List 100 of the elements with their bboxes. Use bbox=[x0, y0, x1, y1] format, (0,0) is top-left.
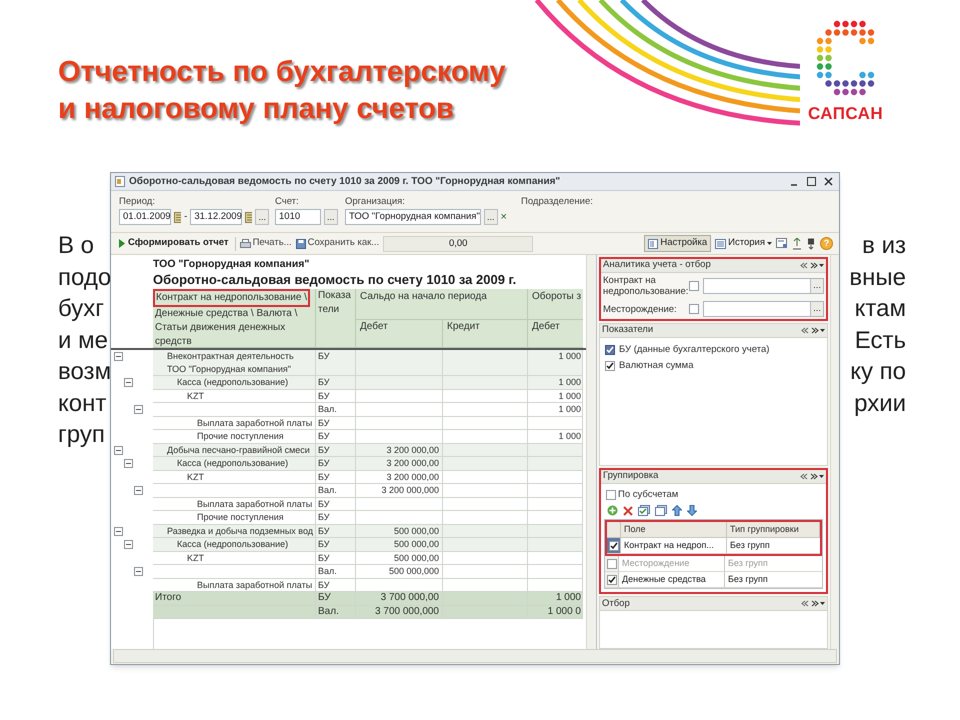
list-item[interactable]: Валютная сумма bbox=[605, 359, 822, 374]
table-cell bbox=[528, 552, 583, 565]
checkbox[interactable] bbox=[606, 574, 616, 585]
panel-arrows-icon[interactable] bbox=[801, 600, 825, 608]
table-cell bbox=[528, 565, 583, 578]
table-header: Кредит bbox=[443, 319, 528, 348]
table-cell bbox=[528, 416, 583, 430]
settings-button[interactable]: Настройка bbox=[644, 235, 712, 252]
table-header: Дебет bbox=[356, 319, 443, 348]
table-cell: Месторождение bbox=[619, 556, 725, 572]
account-field[interactable]: 1010 bbox=[275, 209, 321, 225]
table-cell: 1 000 bbox=[528, 592, 583, 606]
slide-text: В о bbox=[58, 231, 94, 261]
collapse-icon[interactable] bbox=[114, 446, 123, 454]
collapse-icon[interactable] bbox=[114, 526, 123, 536]
panel-arrows-icon[interactable] bbox=[801, 327, 825, 334]
checkbox[interactable] bbox=[689, 281, 699, 291]
field-label: Контракт на недропользование: bbox=[603, 275, 685, 297]
table-cell: Вал. bbox=[316, 606, 356, 619]
list-item[interactable]: БУ (данные бухгалтерского учета) bbox=[605, 343, 822, 358]
select-button[interactable]: ... bbox=[810, 302, 823, 316]
table-cell: Касса (недропользование) bbox=[153, 457, 316, 470]
table-cell: 3 700 000,00 bbox=[356, 592, 443, 606]
window-settings-icon[interactable] bbox=[776, 238, 788, 249]
table-cell: KZT bbox=[153, 390, 316, 403]
calendar-icon[interactable] bbox=[245, 212, 252, 222]
table-cell: Прочие поступления bbox=[153, 430, 316, 444]
close-icon[interactable] bbox=[823, 176, 834, 187]
panel-arrows-icon[interactable] bbox=[800, 473, 824, 480]
print-button[interactable]: Печать... bbox=[240, 236, 292, 251]
table-cell: 3 200 000,000 bbox=[356, 484, 443, 498]
checkbox[interactable] bbox=[605, 361, 615, 372]
table-cell: KZT bbox=[153, 470, 316, 484]
table-cell: 1 000 0 bbox=[528, 606, 583, 619]
grouping-row[interactable]: Контракт на недроп... Без групп bbox=[607, 538, 820, 554]
table-cell: БУ bbox=[316, 444, 356, 457]
checkbox[interactable] bbox=[606, 558, 616, 569]
date-field[interactable]: 01.01.2009 bbox=[119, 209, 171, 225]
text-field[interactable]: ... bbox=[703, 278, 824, 294]
header-text: Статьи движения денежных средств bbox=[155, 321, 286, 349]
check-all-icon[interactable] bbox=[638, 505, 650, 516]
checkbox-label: Валютная сумма bbox=[619, 359, 694, 374]
organization-field[interactable]: ТОО "Горнорудная компания" bbox=[345, 209, 481, 225]
field-label: Период: bbox=[119, 196, 156, 207]
section-title: Отбор bbox=[602, 596, 630, 611]
table-cell bbox=[528, 498, 583, 511]
field-label: Месторождение: bbox=[603, 304, 678, 314]
select-button[interactable]: ... bbox=[810, 279, 823, 293]
panel-arrows-icon[interactable] bbox=[800, 262, 824, 269]
grouping-row[interactable]: Денежные средства Без групп bbox=[605, 572, 822, 588]
collapse-icon[interactable] bbox=[114, 352, 123, 361]
add-icon[interactable] bbox=[607, 505, 618, 516]
text-field[interactable]: ... bbox=[703, 301, 824, 317]
table-cell bbox=[528, 484, 583, 498]
table-cell: Разведка и добыча подземных вод bbox=[153, 524, 316, 538]
period-select-button[interactable]: ... bbox=[255, 209, 269, 225]
maximize-icon[interactable] bbox=[806, 176, 817, 187]
checkbox[interactable] bbox=[608, 540, 618, 551]
clear-button[interactable]: × bbox=[500, 211, 507, 223]
uncheck-all-icon[interactable] bbox=[655, 505, 667, 516]
delete-icon[interactable] bbox=[623, 506, 633, 516]
checkbox[interactable] bbox=[606, 490, 616, 500]
date-field[interactable]: 31.12.2009 bbox=[190, 209, 242, 225]
table-cell: 1 000 bbox=[528, 430, 583, 444]
collapse-icon[interactable] bbox=[134, 486, 143, 495]
table-cell: БУ bbox=[316, 524, 356, 538]
slide-title: Отчетность по бухгалтерскому и налоговому плану счетов bbox=[58, 55, 506, 127]
document-icon bbox=[115, 176, 125, 187]
table-cell: 500 000,00 bbox=[356, 552, 443, 565]
table-cell: 500 000,00 bbox=[356, 538, 443, 552]
history-button[interactable]: История bbox=[715, 236, 772, 251]
slide-text: груп bbox=[58, 420, 105, 450]
move-down-icon[interactable] bbox=[687, 505, 697, 516]
checkbox[interactable] bbox=[605, 345, 615, 356]
table-cell: 3 200 000,00 bbox=[356, 444, 443, 457]
collapse-icon[interactable] bbox=[134, 405, 143, 414]
upload-icon[interactable] bbox=[792, 238, 802, 250]
generate-report-button[interactable]: Сформировать отчет bbox=[117, 236, 231, 251]
download-icon[interactable] bbox=[806, 238, 816, 250]
checkbox[interactable] bbox=[689, 304, 699, 314]
table-cell bbox=[528, 511, 583, 524]
account-select-button[interactable]: ... bbox=[324, 209, 338, 225]
collapse-icon[interactable] bbox=[124, 540, 133, 549]
move-up-icon[interactable] bbox=[672, 505, 682, 516]
report-company: ТОО "Горнорудная компания" bbox=[153, 258, 310, 271]
checkbox-label: По субсчетам bbox=[618, 488, 678, 502]
play-icon bbox=[119, 239, 125, 248]
collapse-icon[interactable] bbox=[134, 567, 143, 576]
collapse-icon[interactable] bbox=[124, 378, 133, 387]
table-cell: Прочие поступления bbox=[153, 511, 316, 524]
save-as-button[interactable]: Сохранить как... bbox=[296, 236, 380, 251]
table-cell: БУ bbox=[316, 592, 356, 606]
collapse-icon[interactable] bbox=[124, 459, 133, 468]
table-cell: БУ bbox=[316, 498, 356, 511]
table-cell: БУ bbox=[316, 430, 356, 444]
table-cell: Вал. bbox=[316, 565, 356, 578]
calendar-icon[interactable] bbox=[174, 212, 182, 222]
slide-text: в из bbox=[862, 231, 906, 261]
organization-select-button[interactable]: ... bbox=[484, 209, 498, 225]
section-title: Группировка bbox=[603, 469, 658, 484]
